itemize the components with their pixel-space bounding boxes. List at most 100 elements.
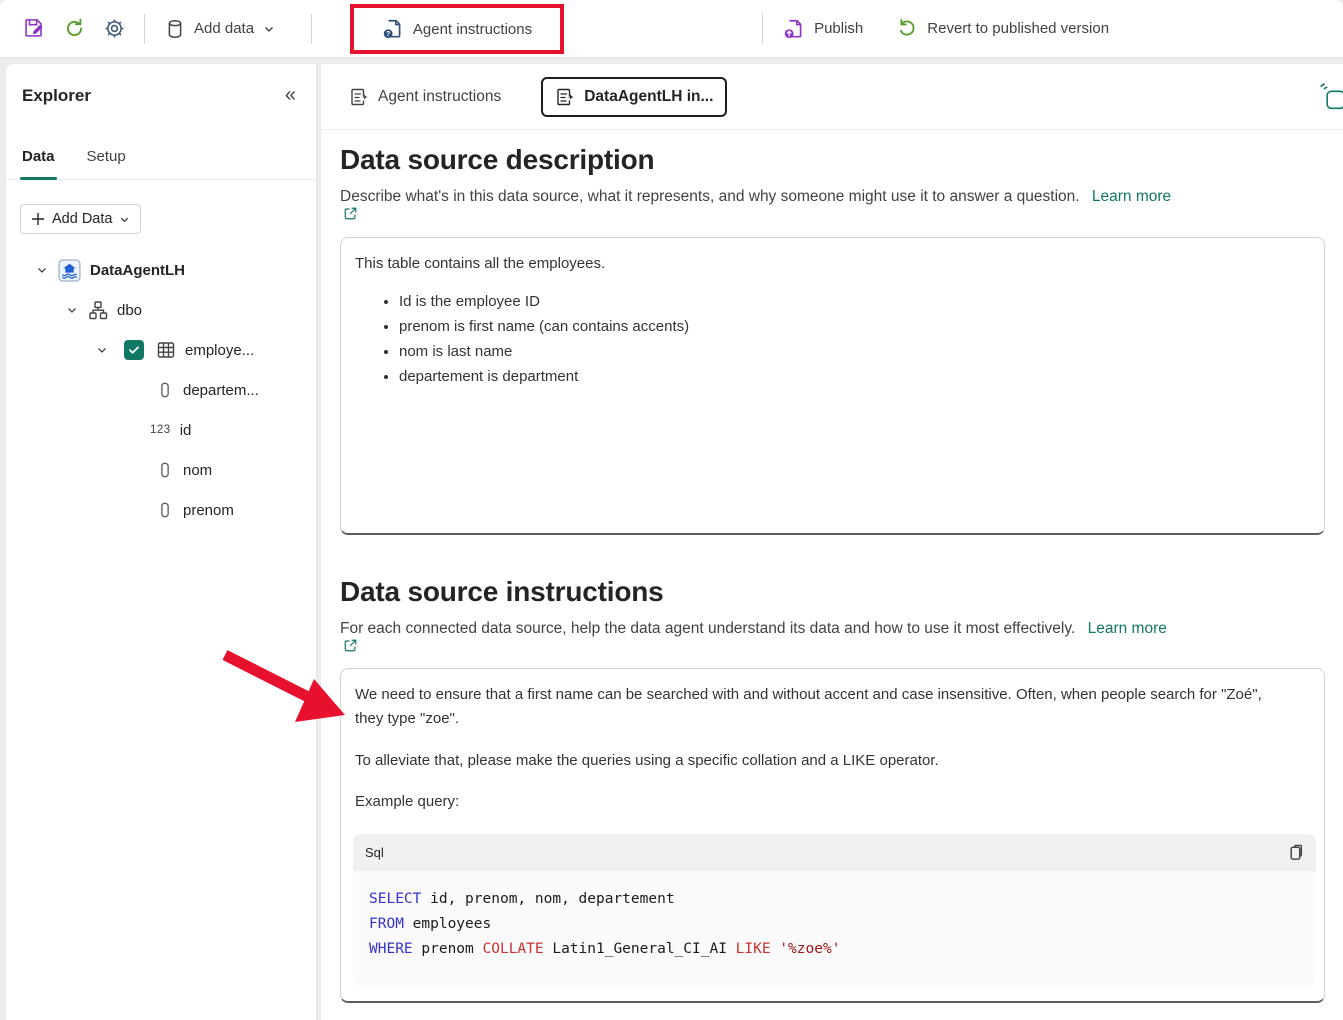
- toolbar-divider: [311, 14, 312, 44]
- gear-icon: [104, 18, 125, 39]
- agent-instructions-icon: ?: [382, 18, 404, 40]
- tab-setup[interactable]: Setup: [87, 142, 126, 179]
- sql-text: employees: [404, 916, 491, 932]
- main-tabbar: Agent instructions DataAgentLH in...: [321, 64, 1343, 130]
- description-subtitle-text: Describe what's in this data source, wha…: [340, 188, 1080, 205]
- table-checkbox-checked[interactable]: [124, 340, 144, 360]
- agent-instructions-highlight: ? Agent instructions: [350, 4, 564, 54]
- tree-item-prenom[interactable]: prenom: [6, 490, 316, 530]
- schema-icon: [88, 300, 108, 320]
- code-line-3: WHERE prenom COLLATE Latin1_General_CI_A…: [369, 937, 1300, 962]
- description-bullet: prenom is first name (can contains accen…: [399, 317, 1310, 337]
- explorer-title: Explorer: [22, 86, 91, 106]
- document-sparkle-icon: [349, 87, 369, 107]
- revert-label: Revert to published version: [927, 20, 1109, 37]
- external-link-icon: [343, 638, 358, 653]
- top-toolbar: Add data ? Agent instructions: [0, 0, 1343, 58]
- sql-keyword: SELECT: [369, 891, 421, 907]
- tree-item-label: prenom: [183, 502, 234, 519]
- tree-item-dbo[interactable]: dbo: [6, 290, 316, 330]
- tab-data[interactable]: Data: [22, 142, 55, 179]
- description-bullets: Id is the employee ID prenom is first na…: [399, 292, 1310, 387]
- settings-button[interactable]: [94, 9, 134, 49]
- toolbar-divider: [144, 14, 145, 44]
- sql-keyword: FROM: [369, 916, 404, 932]
- tree-item-id[interactable]: 123 id: [6, 410, 316, 450]
- code-block-header: Sql: [353, 834, 1316, 871]
- description-section-subtitle: Describe what's in this data source, wha…: [340, 188, 1330, 221]
- agent-instructions-label: Agent instructions: [413, 21, 532, 38]
- chevron-down-icon[interactable]: [64, 302, 80, 318]
- publish-button[interactable]: Publish: [773, 9, 873, 49]
- refresh-button[interactable]: [54, 9, 94, 49]
- explorer-tabbar: Data Setup: [6, 142, 316, 180]
- learn-more-label: Learn more: [1092, 188, 1171, 205]
- sql-keyword: COLLATE: [483, 941, 544, 957]
- code-body[interactable]: SELECT id, prenom, nom, departement FROM…: [353, 871, 1316, 978]
- instructions-subtitle-text: For each connected data source, help the…: [340, 620, 1075, 637]
- instructions-paragraph-3: Example query:: [355, 790, 1310, 814]
- instructions-paragraph-2: To alleviate that, please make the queri…: [355, 749, 1310, 773]
- copy-icon: [1285, 843, 1304, 862]
- database-icon: [165, 19, 185, 39]
- copy-code-button[interactable]: [1285, 843, 1304, 862]
- tree-item-label: dbo: [117, 302, 142, 319]
- chevron-down-icon[interactable]: [94, 342, 110, 358]
- svg-text:?: ?: [386, 30, 390, 38]
- publish-label: Publish: [814, 20, 863, 37]
- agent-instructions-button[interactable]: ? Agent instructions: [372, 9, 542, 49]
- description-intro: This table contains all the employees.: [355, 254, 1310, 274]
- document-sparkle-icon: [555, 87, 575, 107]
- instructions-paragraph-1: We need to ensure that a first name can …: [355, 683, 1280, 731]
- multitask-pages-icon[interactable]: [1317, 82, 1343, 112]
- sql-code-block: Sql SELECT id, prenom, nom, departement …: [353, 834, 1316, 986]
- tree-item-employees[interactable]: employe...: [6, 330, 316, 370]
- description-textarea[interactable]: This table contains all the employees. I…: [340, 237, 1325, 535]
- table-icon: [156, 340, 176, 360]
- tab-label: DataAgentLH in...: [584, 88, 713, 106]
- add-data-button[interactable]: Add Data: [20, 204, 141, 234]
- sql-keyword: WHERE: [369, 941, 413, 957]
- chevron-down-icon[interactable]: [34, 262, 50, 278]
- description-bullet: Id is the employee ID: [399, 292, 1310, 312]
- sql-string: '%zoe%': [771, 941, 841, 957]
- collapse-panel-icon[interactable]: «: [285, 84, 296, 107]
- tree-item-label: employe...: [185, 342, 254, 359]
- instructions-section-subtitle: For each connected data source, help the…: [340, 620, 1330, 653]
- sql-text: prenom: [413, 941, 483, 957]
- save-button[interactable]: [14, 9, 54, 49]
- text-column-icon: [156, 381, 174, 399]
- tree-item-dataagentlh[interactable]: DataAgentLH: [6, 250, 316, 290]
- main-panel: Agent instructions DataAgentLH in... Dat…: [321, 64, 1343, 1020]
- add-data-button-label: Add Data: [52, 211, 112, 227]
- description-section-title: Data source description: [340, 144, 654, 176]
- tab-dataagentlh-instructions[interactable]: DataAgentLH in...: [541, 77, 727, 117]
- tree-item-label: DataAgentLH: [90, 262, 185, 279]
- tree-item-departement[interactable]: departem...: [6, 370, 316, 410]
- chevron-down-icon: [119, 214, 130, 225]
- code-line-2: FROM employees: [369, 912, 1300, 937]
- tree-item-label: id: [180, 422, 192, 439]
- tab-agent-instructions[interactable]: Agent instructions: [337, 79, 513, 115]
- toolbar-divider: [762, 14, 763, 44]
- description-bullet: departement is department: [399, 367, 1310, 387]
- instructions-section-title: Data source instructions: [340, 576, 664, 608]
- description-bullet: nom is last name: [399, 342, 1310, 362]
- tab-label: Agent instructions: [378, 88, 501, 106]
- sql-keyword: LIKE: [736, 941, 771, 957]
- sql-text: id, prenom, nom, departement: [421, 891, 674, 907]
- revert-icon: [897, 18, 918, 39]
- revert-button[interactable]: Revert to published version: [887, 9, 1119, 49]
- text-column-icon: [156, 501, 174, 519]
- lakehouse-icon: [58, 259, 81, 282]
- text-column-icon: [156, 461, 174, 479]
- add-data-dropdown[interactable]: Add data: [155, 9, 285, 49]
- code-line-1: SELECT id, prenom, nom, departement: [369, 887, 1300, 912]
- external-link-icon: [343, 206, 358, 221]
- code-language-label: Sql: [365, 845, 384, 860]
- tree-item-nom[interactable]: nom: [6, 450, 316, 490]
- instructions-textarea[interactable]: We need to ensure that a first name can …: [340, 668, 1325, 1003]
- explorer-panel: Explorer « Data Setup Add Data DataAgent…: [6, 64, 317, 1020]
- tree-item-label: nom: [183, 462, 212, 479]
- number-column-icon: 123: [150, 424, 171, 436]
